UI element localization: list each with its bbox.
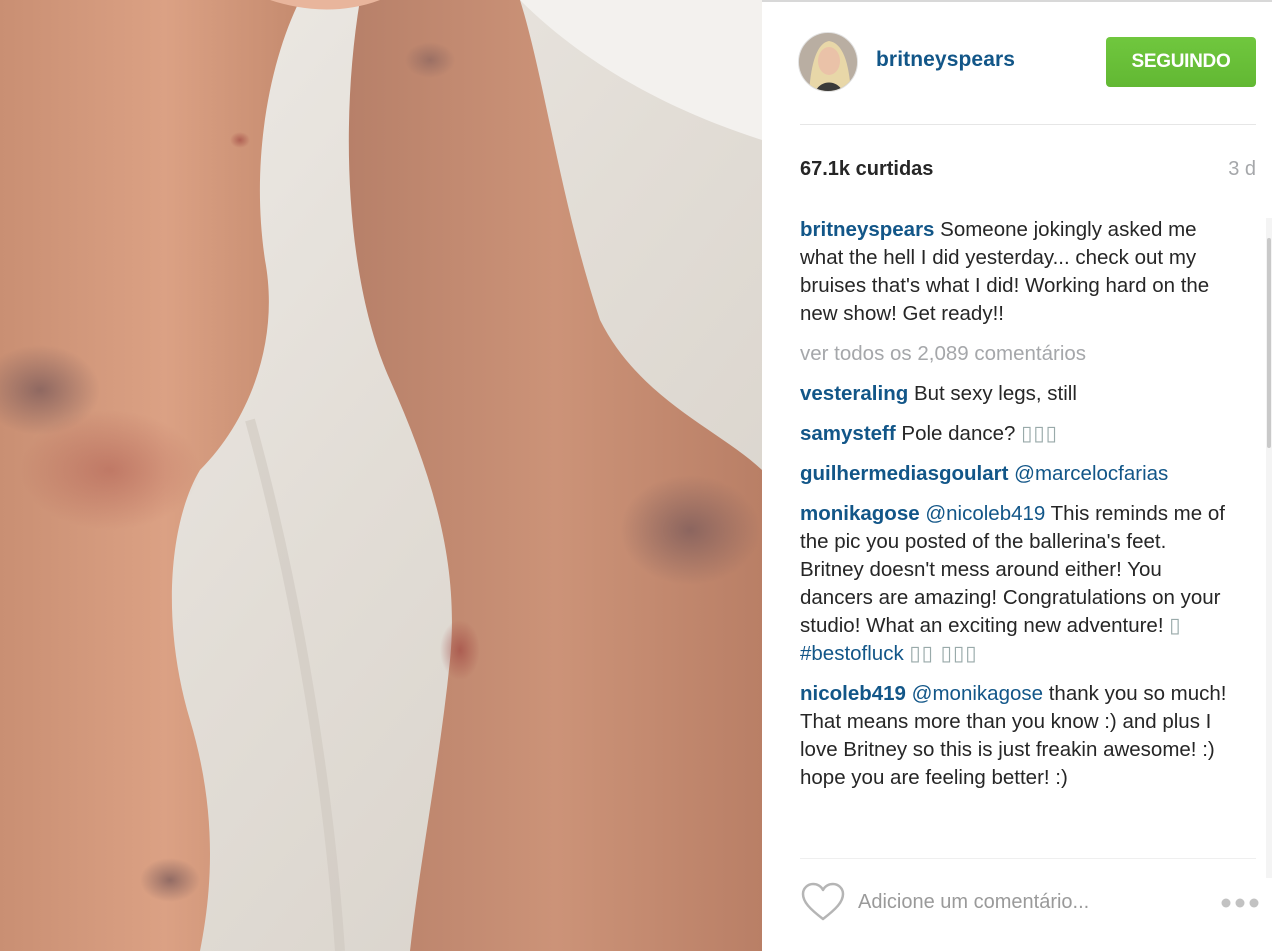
following-button[interactable]: SEGUINDO: [1106, 37, 1256, 87]
caption-username[interactable]: britneyspears: [800, 218, 934, 241]
header-divider: [800, 124, 1256, 125]
comment-username[interactable]: samysteff: [800, 422, 896, 445]
heart-icon[interactable]: [800, 882, 846, 922]
emoji-glyphs: ▯▯ ▯▯▯: [909, 642, 978, 665]
footer-divider: [800, 858, 1256, 859]
post-photo[interactable]: [0, 0, 762, 951]
comment: nicoleb419 @monikagose thank you so much…: [800, 680, 1232, 792]
post-username[interactable]: britneyspears: [876, 48, 1015, 72]
top-border: [762, 0, 1272, 2]
comment-username[interactable]: monikagose: [800, 502, 920, 525]
scrollbar-thumb[interactable]: [1267, 238, 1271, 448]
likes-count[interactable]: 67.1k curtidas: [800, 158, 933, 181]
comment-username[interactable]: vesteraling: [800, 382, 908, 405]
caption: britneyspears Someone jokingly asked me …: [800, 216, 1232, 328]
view-all-comments-link[interactable]: ver todos os 2,089 comentários: [800, 340, 1232, 368]
comment-username[interactable]: nicoleb419: [800, 682, 906, 705]
comment: samysteff Pole dance? ▯▯▯: [800, 420, 1232, 448]
add-comment-input[interactable]: [858, 884, 1198, 920]
avatar[interactable]: [798, 32, 858, 92]
comment-mention[interactable]: @marcelocfarias: [1014, 462, 1168, 485]
post-time[interactable]: 3 d: [1228, 158, 1256, 181]
comment: vesteraling But sexy legs, still: [800, 380, 1232, 408]
more-options-icon[interactable]: [1220, 896, 1260, 908]
comment: guilhermediasgoulart @marcelocfarias: [800, 460, 1232, 488]
comment: monikagose @nicoleb419 This reminds me o…: [800, 500, 1232, 668]
comment-mention[interactable]: @nicoleb419: [925, 502, 1045, 525]
post-header: britneyspears SEGUINDO: [798, 32, 1256, 92]
comment-text: Pole dance?: [901, 422, 1022, 445]
comment-username[interactable]: guilhermediasgoulart: [800, 462, 1008, 485]
comment-mention[interactable]: @monikagose: [912, 682, 1043, 705]
emoji-glyphs: ▯: [1169, 614, 1182, 637]
emoji-glyphs: ▯▯▯: [1021, 422, 1058, 445]
post-sidebar: britneyspears SEGUINDO 67.1k curtidas 3 …: [762, 0, 1272, 951]
comment-text: But sexy legs, still: [913, 382, 1077, 405]
comments-list: britneyspears Someone jokingly asked me …: [800, 216, 1232, 846]
comment-hashtag[interactable]: #bestofluck: [800, 642, 904, 665]
